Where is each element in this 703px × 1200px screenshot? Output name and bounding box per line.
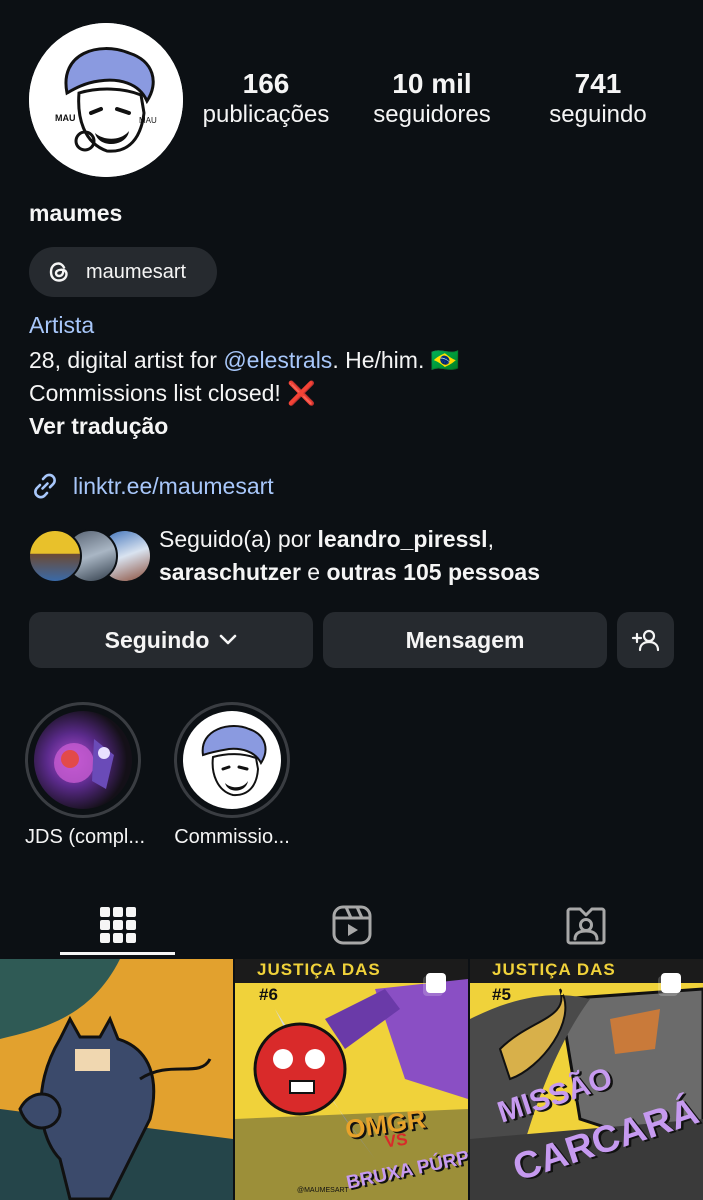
story-highlight[interactable]: JDS (compl... [25, 702, 146, 849]
post-issue: #6 [259, 985, 278, 1004]
highlight-ring [174, 702, 290, 818]
carousel-icon [661, 973, 681, 993]
threads-link-chip[interactable]: maumesart [29, 247, 217, 297]
active-tab-indicator [60, 952, 175, 955]
followers-stat[interactable]: 10 mil seguidores [362, 68, 502, 130]
following-button[interactable]: Seguindo [29, 612, 313, 668]
avatar-illustration: MAU MAU [29, 23, 183, 177]
grid-icon [99, 907, 136, 943]
highlight-cover [34, 711, 132, 809]
tagged-icon [566, 907, 605, 945]
chevron-down-icon [219, 634, 237, 646]
suggest-people-button[interactable] [617, 612, 674, 668]
mutual-followers-avatars[interactable] [28, 529, 152, 583]
followers-count: 10 mil [392, 68, 472, 99]
profile-avatar[interactable]: MAU MAU [29, 23, 183, 177]
posts-count: 166 [242, 68, 290, 99]
bio-text: . He/him. [332, 347, 431, 373]
profile-username: maumes [29, 200, 123, 226]
bio-line-1: 28, digital artist for @elestrals. He/hi… [29, 344, 689, 377]
post-issue: #5 [492, 985, 511, 1004]
separator: , [487, 526, 494, 552]
following-count: 741 [574, 68, 622, 99]
cross-mark-emoji: ❌ [287, 380, 316, 406]
mutual-follower-name: leandro_piressl [317, 526, 488, 552]
post-vs: VS [383, 1129, 409, 1152]
external-link[interactable]: linktr.ee/maumesart [29, 470, 274, 502]
brazil-flag-emoji: 🇧🇷 [430, 347, 460, 373]
story-highlight[interactable]: Commissio... [172, 702, 292, 849]
message-button[interactable]: Mensagem [323, 612, 607, 668]
highlight-ring [25, 702, 141, 818]
mutual-follower-name: saraschutzer [159, 559, 301, 585]
followed-by-prefix: Seguido(a) por [159, 526, 318, 552]
posts-stat[interactable]: 166 publicações [196, 68, 336, 130]
threads-icon [46, 259, 72, 285]
add-person-icon [631, 627, 661, 653]
highlight-label: JDS (compl... [25, 826, 146, 848]
bio-text: 28, digital artist for [29, 347, 224, 373]
post-tile[interactable] [0, 959, 233, 1200]
bio-line-2: Commissions list closed! ❌ [29, 377, 689, 410]
svg-text:MAU: MAU [55, 113, 76, 123]
bio-mention-link[interactable]: @elestrals [223, 347, 332, 373]
post-thumbnail [0, 959, 233, 1200]
tab-tagged[interactable] [528, 890, 643, 960]
bio-text: Commissions list closed! [29, 380, 288, 406]
carousel-icon [426, 973, 446, 993]
avatar [28, 529, 82, 583]
svg-text:MAU: MAU [139, 116, 157, 125]
followed-by-text[interactable]: Seguido(a) por leandro_piressl, saraschu… [159, 523, 689, 589]
reels-icon [332, 905, 371, 945]
post-tile[interactable]: JUSTIÇA DAS SOMBRAS #5 MISSÃO CARCARÁ [470, 959, 703, 1200]
mutual-followers-others: outras 105 pessoas [326, 559, 541, 585]
tab-posts-grid[interactable] [60, 890, 175, 960]
threads-handle: maumesart [86, 260, 187, 283]
following-label: Seguindo [104, 626, 210, 653]
profile-category: Artista [29, 312, 95, 338]
message-label: Mensagem [405, 626, 525, 653]
posts-label: publicações [202, 101, 330, 128]
post-credit: @MAUMESART [297, 1187, 349, 1194]
followers-label: seguidores [373, 101, 491, 128]
following-stat[interactable]: 741 seguindo [530, 68, 666, 130]
following-label: seguindo [549, 101, 647, 128]
tab-reels[interactable] [294, 890, 409, 960]
highlight-cover [183, 711, 281, 809]
link-text: linktr.ee/maumesart [73, 472, 274, 499]
conjunction: e [300, 559, 327, 585]
post-tile[interactable]: JUSTIÇA DAS SOMBRAS #6 OMGR VS BRUXA PÚR… [235, 959, 468, 1200]
see-translation-link[interactable]: Ver tradução [29, 410, 689, 443]
profile-bio: 28, digital artist for @elestrals. He/hi… [29, 344, 689, 443]
link-icon [29, 470, 61, 502]
highlight-label: Commissio... [174, 826, 290, 848]
